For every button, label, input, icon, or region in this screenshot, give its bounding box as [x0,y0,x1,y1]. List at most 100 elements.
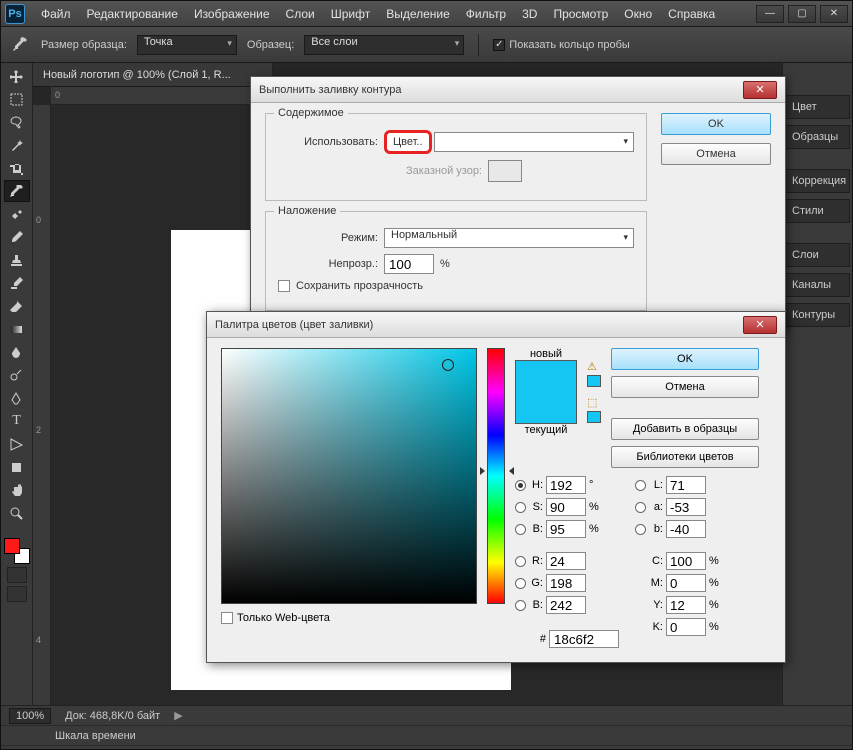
menu-file[interactable]: Файл [33,4,79,24]
panel-adjustments[interactable]: Коррекция [785,169,850,193]
s-input[interactable] [546,498,586,516]
h-radio[interactable] [515,480,526,491]
lab-b-radio[interactable] [635,524,646,535]
timeline-label[interactable]: Шкала времени [55,730,136,742]
sample-select[interactable]: Все слои [304,35,464,55]
color-field[interactable] [221,348,477,604]
cp-close-button[interactable]: ✕ [743,316,777,334]
mode-select[interactable]: Нормальный [384,228,634,248]
menu-edit[interactable]: Редактирование [79,4,186,24]
tool-crop[interactable] [4,157,30,179]
lab-b-input[interactable] [666,520,706,538]
tool-dodge[interactable] [4,364,30,386]
websafe-swatch[interactable] [587,411,601,423]
cp-titlebar[interactable]: Палитра цветов (цвет заливки) ✕ [207,312,785,338]
panel-swatches[interactable]: Образцы [785,125,850,149]
y-input[interactable] [666,596,706,614]
tool-zoom[interactable] [4,502,30,524]
g-radio[interactable] [515,578,526,589]
cp-ok-button[interactable]: OK [611,348,759,370]
panel-channels[interactable]: Каналы [785,273,850,297]
menu-image[interactable]: Изображение [186,4,278,24]
tool-marquee[interactable] [4,88,30,110]
show-ring-checkbox[interactable]: ✓ Показать кольцо пробы [493,39,630,51]
tool-stamp[interactable] [4,249,30,271]
tool-eyedropper[interactable] [4,180,30,202]
panel-layers[interactable]: Слои [785,243,850,267]
menu-select[interactable]: Выделение [378,4,458,24]
gamut-warning-icon[interactable]: ⚠ [587,360,601,372]
ruler-vertical[interactable]: 0 2 4 [33,105,51,707]
b-input[interactable] [546,596,586,614]
fill-cancel-button[interactable]: Отмена [661,143,771,165]
menu-3d[interactable]: 3D [514,4,545,24]
expand-icon[interactable]: ▶ [174,709,182,722]
color-swatches[interactable] [4,538,30,564]
m-input[interactable] [666,574,706,592]
k-input[interactable] [666,618,706,636]
tool-wand[interactable] [4,134,30,156]
r-radio[interactable] [515,556,526,567]
close-button[interactable]: ✕ [820,5,848,23]
websafe-warning-icon[interactable]: ⬚ [587,396,601,408]
preserve-checkbox[interactable] [278,280,290,292]
tool-path[interactable] [4,433,30,455]
new-current-swatch[interactable] [515,360,577,424]
a-input[interactable] [666,498,706,516]
doc-size: Док: 468,8K/0 байт [65,710,160,722]
tool-hand[interactable] [4,479,30,501]
web-only-checkbox[interactable]: Только Web-цвета [221,612,330,624]
menu-help[interactable]: Справка [660,4,723,24]
foreground-swatch[interactable] [4,538,20,554]
use-select[interactable] [434,132,634,152]
color-libraries-button[interactable]: Библиотеки цветов [611,446,759,468]
a-radio[interactable] [635,502,646,513]
h-input[interactable] [546,476,586,494]
tool-pen[interactable] [4,387,30,409]
tool-blur[interactable] [4,341,30,363]
g-input[interactable] [546,574,586,592]
l-radio[interactable] [635,480,646,491]
use-select-highlighted[interactable]: Цвет.. [384,130,432,154]
panel-styles[interactable]: Стили [785,199,850,223]
s-radio[interactable] [515,502,526,513]
menu-window[interactable]: Окно [616,4,660,24]
hex-input[interactable] [549,630,619,648]
add-to-swatches-button[interactable]: Добавить в образцы [611,418,759,440]
menu-filter[interactable]: Фильтр [458,4,514,24]
cp-cancel-button[interactable]: Отмена [611,376,759,398]
fill-dialog-close-button[interactable]: ✕ [743,81,777,99]
fill-ok-button[interactable]: OK [661,113,771,135]
maximize-button[interactable]: ▢ [788,5,816,23]
tool-brush[interactable] [4,226,30,248]
tool-history[interactable] [4,272,30,294]
fill-dialog-titlebar[interactable]: Выполнить заливку контура ✕ [251,77,785,103]
quickmask-toggle[interactable] [7,567,27,583]
hue-slider[interactable] [487,348,505,604]
b-radio[interactable] [515,600,526,611]
gamut-swatch[interactable] [587,375,601,387]
l-input[interactable] [666,476,706,494]
tool-type[interactable]: T [4,410,30,432]
r-input[interactable] [546,552,586,570]
screenmode-toggle[interactable] [7,586,27,602]
tool-move[interactable] [4,65,30,87]
menu-view[interactable]: Просмотр [545,4,616,24]
document-tab[interactable]: Новый логотип @ 100% (Слой 1, R... [33,63,273,87]
bv-radio[interactable] [515,524,526,535]
minimize-button[interactable]: — [756,5,784,23]
tool-shape[interactable] [4,456,30,478]
opacity-input[interactable] [384,254,434,274]
tool-heal[interactable] [4,203,30,225]
tool-eraser[interactable] [4,295,30,317]
sample-size-select[interactable]: Точка [137,35,237,55]
tool-gradient[interactable] [4,318,30,340]
menu-type[interactable]: Шрифт [323,4,378,24]
tool-lasso[interactable] [4,111,30,133]
panel-paths[interactable]: Контуры [785,303,850,327]
zoom-value[interactable]: 100% [9,708,51,724]
menu-layers[interactable]: Слои [278,4,323,24]
bv-input[interactable] [546,520,586,538]
c-input[interactable] [666,552,706,570]
panel-color[interactable]: Цвет [785,95,850,119]
